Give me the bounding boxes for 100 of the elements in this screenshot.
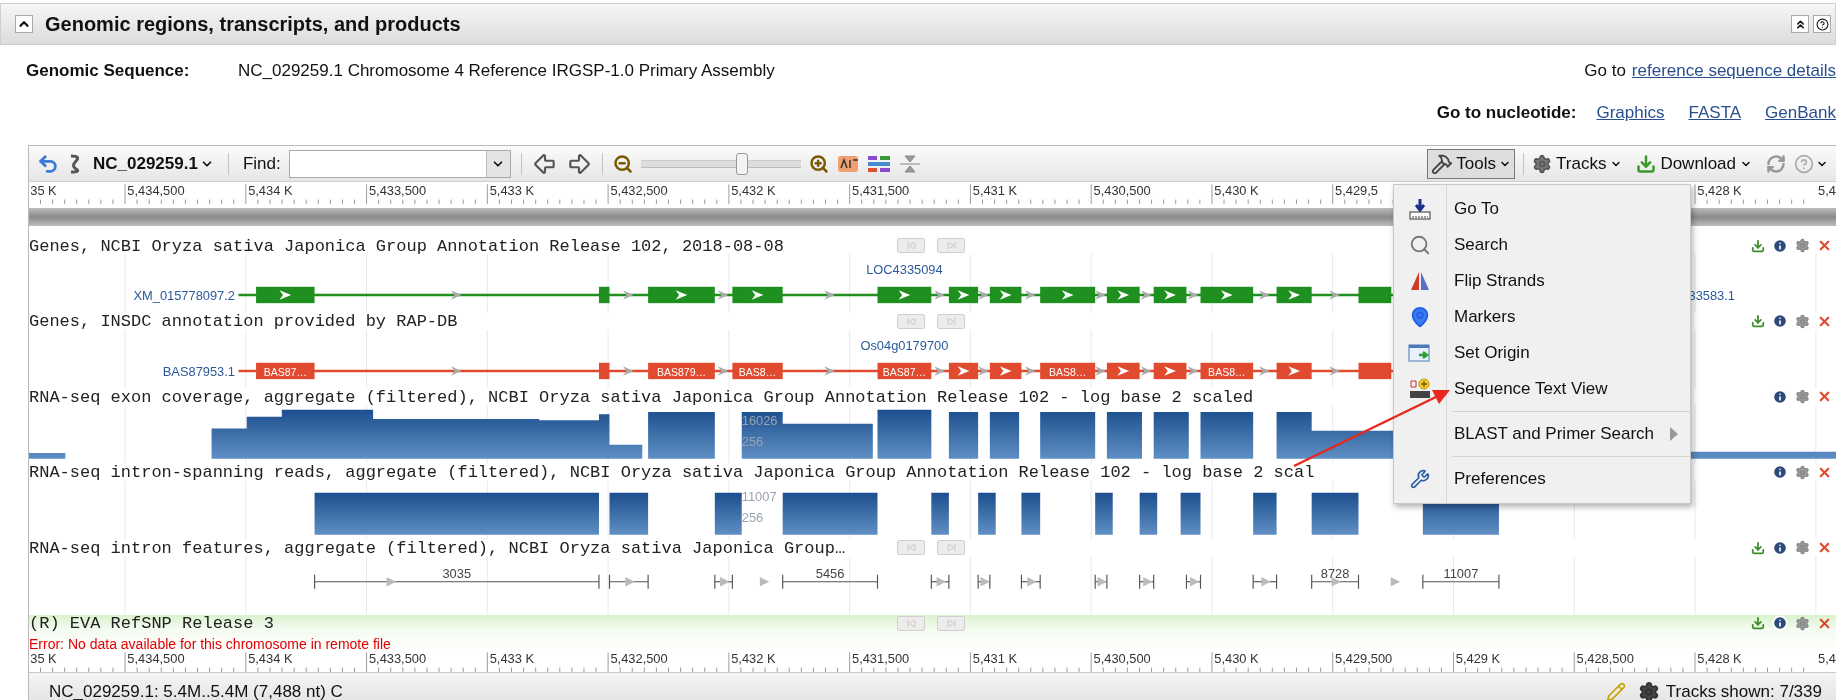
ruler-label: 5,428,500 bbox=[1576, 650, 1634, 666]
collapse-tracks-icon[interactable] bbox=[898, 153, 921, 174]
menu-item[interactable]: Set Origin bbox=[1394, 335, 1690, 371]
exon[interactable]: BAS87… bbox=[256, 362, 315, 379]
exon[interactable] bbox=[877, 287, 932, 304]
exon[interactable]: BAS8… bbox=[732, 362, 783, 379]
edit-icon[interactable] bbox=[1605, 682, 1626, 700]
location-text: NC_029259.1: 5.4M..5.4M (7,488 nt) C bbox=[49, 681, 344, 700]
info-icon[interactable] bbox=[1772, 388, 1788, 405]
help-dropdown[interactable] bbox=[1794, 153, 1828, 174]
collapse-all-button[interactable] bbox=[1791, 15, 1809, 33]
intron-span[interactable] bbox=[930, 574, 950, 590]
info-icon[interactable] bbox=[1772, 539, 1788, 556]
nucleotide-link[interactable]: GenBank bbox=[1765, 100, 1836, 126]
sequence-text-icon bbox=[1408, 378, 1432, 400]
ruler-label: 5,431 K bbox=[972, 650, 1018, 666]
exon[interactable] bbox=[1153, 362, 1187, 379]
track-layout-icon[interactable] bbox=[866, 153, 891, 174]
exon[interactable] bbox=[989, 287, 1022, 304]
gene-label[interactable]: LOC4335094 bbox=[866, 262, 943, 278]
refresh-icon[interactable] bbox=[1766, 153, 1786, 174]
exon[interactable] bbox=[598, 287, 610, 304]
info-icon[interactable] bbox=[1772, 313, 1788, 330]
exon[interactable] bbox=[1200, 287, 1254, 304]
find-field[interactable] bbox=[288, 149, 511, 178]
intron-span[interactable] bbox=[1252, 574, 1278, 590]
menu-item[interactable]: Go To bbox=[1394, 191, 1690, 227]
scale-label: 256 bbox=[741, 509, 764, 525]
sequence-title: NC_029259.1 Chromosome 4 Reference IRGSP-1.0 Primary Assembly bbox=[238, 60, 776, 83]
intron-span[interactable] bbox=[1094, 574, 1108, 590]
transcript-label[interactable]: BAS87953.1 bbox=[162, 363, 235, 379]
transcript-label[interactable]: 33583.1 bbox=[1688, 287, 1735, 303]
skip-back-icon bbox=[906, 316, 916, 326]
tools-button[interactable]: Tools bbox=[1427, 148, 1515, 179]
intron-span[interactable] bbox=[1139, 574, 1155, 590]
zoom-out-icon[interactable] bbox=[612, 153, 633, 174]
intron-span[interactable] bbox=[714, 574, 733, 590]
sequence-dropdown[interactable]: NC_029259.1 bbox=[93, 150, 214, 177]
exon[interactable] bbox=[1106, 362, 1140, 379]
settings-icon[interactable] bbox=[1637, 681, 1660, 700]
zoom-in-icon[interactable] bbox=[808, 153, 829, 174]
info-icon[interactable] bbox=[1772, 464, 1788, 481]
slider-thumb[interactable] bbox=[735, 152, 748, 175]
info-icon[interactable] bbox=[1772, 237, 1788, 254]
ruler-label: 5,431,500 bbox=[852, 182, 910, 198]
intron-span[interactable] bbox=[608, 574, 649, 590]
tracks-button[interactable]: Tracks bbox=[1532, 150, 1623, 177]
exon[interactable]: BAS879… bbox=[648, 362, 715, 379]
help-button[interactable] bbox=[1813, 15, 1831, 33]
ruler-label: 5,432 K bbox=[731, 650, 776, 666]
exon[interactable] bbox=[948, 362, 979, 379]
download-icon[interactable] bbox=[1751, 238, 1765, 253]
download-button[interactable]: Download bbox=[1636, 150, 1752, 177]
find-dropdown-button[interactable] bbox=[485, 150, 510, 177]
reference-details-link[interactable]: reference sequence details bbox=[1631, 58, 1836, 84]
menu-item[interactable]: Preferences bbox=[1394, 461, 1690, 497]
exon[interactable] bbox=[1358, 362, 1392, 379]
download-icon[interactable] bbox=[1751, 540, 1765, 555]
exon[interactable] bbox=[1276, 287, 1312, 304]
nucleotide-link[interactable]: FASTA bbox=[1688, 100, 1742, 126]
exon[interactable] bbox=[1358, 287, 1392, 304]
exon[interactable] bbox=[598, 362, 610, 379]
back-icon[interactable] bbox=[37, 152, 59, 175]
ruler-label: 5,432,500 bbox=[610, 650, 668, 666]
track-title: RNA-seq intron features, aggregate (filtered), NCBI Oryza sativa Japonica Group… bbox=[29, 538, 846, 558]
sequence-view-icon[interactable] bbox=[836, 153, 859, 174]
nucleotide-link[interactable]: Graphics bbox=[1596, 100, 1665, 126]
intron-span[interactable] bbox=[977, 574, 991, 590]
set-origin-icon bbox=[1408, 343, 1432, 363]
download-icon[interactable] bbox=[1751, 616, 1765, 631]
exon[interactable] bbox=[989, 362, 1022, 379]
exon[interactable]: BAS8… bbox=[1200, 362, 1254, 379]
ruler-label: 5,433 K bbox=[489, 182, 535, 198]
exon[interactable]: BAS87… bbox=[877, 362, 932, 379]
ruler-label: 5,428 K bbox=[1697, 182, 1742, 198]
exon[interactable] bbox=[1106, 287, 1140, 304]
intron-span[interactable] bbox=[1020, 574, 1041, 590]
exon[interactable] bbox=[1276, 362, 1312, 379]
collapse-button[interactable] bbox=[15, 15, 33, 33]
exon[interactable]: BAS8… bbox=[1040, 362, 1096, 379]
gene-label[interactable]: Os04g0179700 bbox=[860, 337, 949, 353]
exon[interactable] bbox=[1153, 287, 1187, 304]
exon[interactable] bbox=[732, 287, 783, 304]
info-icon[interactable] bbox=[1772, 615, 1788, 632]
ruler-label: 5,434,500 bbox=[127, 182, 185, 198]
intron-span[interactable] bbox=[1185, 574, 1202, 590]
exon[interactable] bbox=[948, 287, 979, 304]
download-sequence-icon bbox=[1409, 198, 1431, 220]
menu-item[interactable]: Sequence Text View bbox=[1394, 371, 1690, 407]
menu-item[interactable]: Flip Strands bbox=[1394, 263, 1690, 299]
menu-item[interactable]: Search bbox=[1394, 227, 1690, 263]
exon[interactable] bbox=[256, 287, 315, 304]
exon[interactable] bbox=[648, 287, 715, 304]
download-icon[interactable] bbox=[1751, 314, 1765, 329]
exon[interactable] bbox=[1040, 287, 1096, 304]
scale-label: 256 bbox=[741, 434, 764, 450]
submenu-item[interactable]: BLAST and Primer Search bbox=[1394, 416, 1690, 452]
transcript-label[interactable]: XM_015778097.2 bbox=[133, 287, 235, 303]
menu-item[interactable]: Markers bbox=[1394, 299, 1690, 335]
ruler-label: 5,430,500 bbox=[1093, 650, 1151, 666]
